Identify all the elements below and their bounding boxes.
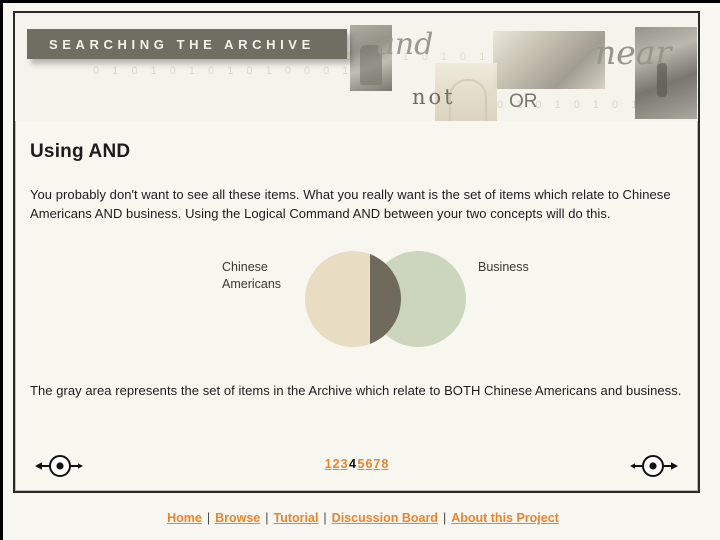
footer-link-about-this-project[interactable]: About this Project [451, 511, 559, 525]
page-link-2[interactable]: 2 [332, 457, 340, 471]
page-link-8[interactable]: 8 [381, 457, 389, 471]
operator-word-or: OR [509, 91, 538, 112]
next-page-button[interactable] [626, 453, 680, 479]
footer-links: Home | Browse | Tutorial | Discussion Board | Ab… [3, 511, 720, 525]
archival-street-scene-photo [493, 31, 605, 89]
operator-word-and: and [377, 27, 434, 62]
footer-link-tutorial[interactable]: Tutorial [274, 511, 319, 525]
venn-label-left: Chinese Americans [222, 260, 282, 291]
arrow-right-icon [630, 455, 678, 477]
footer-link-home[interactable]: Home [167, 511, 202, 525]
intro-paragraph: You probably don't want to see all these… [30, 187, 671, 221]
binary-decoration-1: 0 1 0 1 0 1 0 1 0 1 0 0 0 1 [93, 65, 354, 77]
venn-overlap-shape [370, 251, 401, 347]
operator-word-not: not [412, 85, 456, 109]
page-title: Using AND [30, 141, 131, 162]
section-title-bar: SEARCHING THE ARCHIVE [27, 29, 347, 59]
section-title-text: SEARCHING THE ARCHIVE [49, 36, 315, 52]
page-frame: 0 1 0 1 0 1 0 1 0 1 0 0 0 1 0 1 0 1 0 1 … [0, 0, 720, 540]
page-link-7[interactable]: 7 [373, 457, 381, 471]
footer-separator-4: | [442, 511, 447, 525]
page-current-4: 4 [349, 457, 356, 471]
page-number-list: 123 4 5678 [15, 457, 698, 471]
header-collage: 0 1 0 1 0 1 0 1 0 1 0 0 0 1 0 1 0 1 0 1 … [15, 13, 698, 121]
footer-separator-1: | [206, 511, 211, 525]
page-link-3[interactable]: 3 [340, 457, 348, 471]
venn-label-right: Business [478, 260, 529, 274]
content-panel: 0 1 0 1 0 1 0 1 0 1 0 0 0 1 0 1 0 1 0 1 … [13, 11, 700, 493]
footer-link-discussion-board[interactable]: Discussion Board [332, 511, 438, 525]
venn-overlap-region [370, 251, 401, 347]
pager-row: 123 4 5678 [15, 451, 698, 491]
page-link-1[interactable]: 1 [324, 457, 332, 471]
page-link-5[interactable]: 5 [357, 457, 365, 471]
main-content: Using AND You probably don't want to see… [15, 121, 698, 491]
footer-link-browse[interactable]: Browse [215, 511, 260, 525]
footer-separator-3: | [323, 511, 327, 525]
operator-word-near: near [595, 33, 672, 72]
footer-separator-2: | [265, 511, 269, 525]
page-link-6[interactable]: 6 [365, 457, 373, 471]
venn-diagram: Chinese Americans Business [30, 251, 685, 361]
closing-paragraph: The gray area represents the set of item… [30, 383, 682, 398]
